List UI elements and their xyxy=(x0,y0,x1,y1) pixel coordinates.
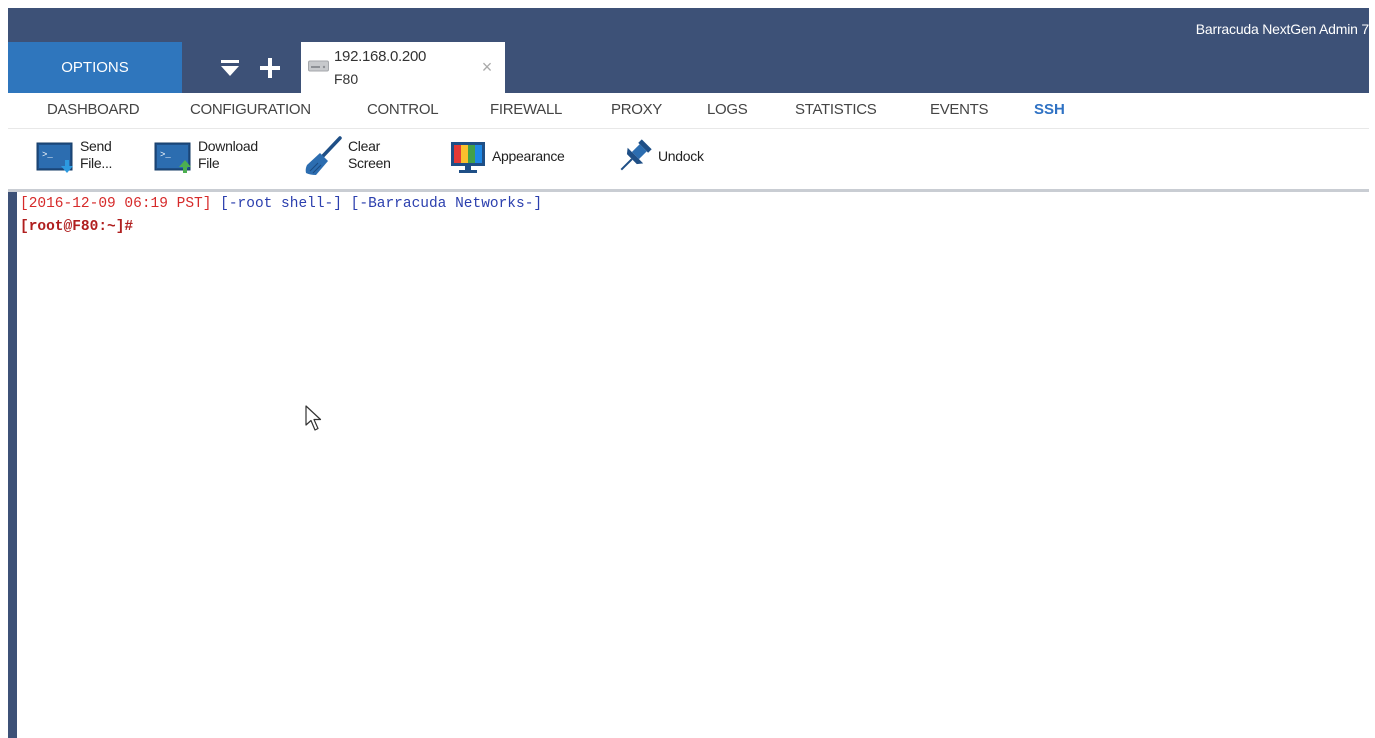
tab-list-icon xyxy=(221,60,239,76)
nav-events[interactable]: EVENTS xyxy=(930,101,989,118)
appearance-label: Appearance xyxy=(492,148,565,164)
nav-firewall[interactable]: FIREWALL xyxy=(490,101,562,118)
main-nav: DASHBOARD CONFIGURATION CONTROL FIREWALL… xyxy=(8,93,1369,129)
add-tab-button[interactable] xyxy=(255,54,285,82)
server-icon xyxy=(308,60,329,72)
terminal-prompt: [root@F80:~]# xyxy=(20,219,134,235)
terminal-line-prompt: [root@F80:~]# xyxy=(20,219,133,235)
session-name: F80 xyxy=(334,71,359,87)
nav-statistics[interactable]: STATISTICS xyxy=(795,101,877,118)
nav-configuration[interactable]: CONFIGURATION xyxy=(190,101,311,118)
session-ip: 192.168.0.200 xyxy=(334,48,427,65)
right-gutter xyxy=(1369,8,1375,738)
svg-text:>_: >_ xyxy=(160,150,171,160)
terminal-download-icon: >_ xyxy=(154,142,191,173)
nav-proxy[interactable]: PROXY xyxy=(611,101,662,118)
appearance-button[interactable]: Appearance xyxy=(450,129,580,185)
terminal-upload-icon: >_ xyxy=(36,142,73,173)
terminal-shell-tag: [-root shell-] xyxy=(220,196,342,212)
send-file-button[interactable]: >_ Send File... xyxy=(36,129,121,185)
clear-screen-label-line2: Screen xyxy=(348,155,391,171)
options-button[interactable]: OPTIONS xyxy=(8,42,182,93)
download-file-label-line1: Download xyxy=(198,138,258,154)
send-file-label-line1: Send xyxy=(80,138,112,154)
svg-text:>_: >_ xyxy=(42,150,53,160)
terminal-line-banner: [2016-12-09 06:19 PST] [-root shell-] [-… xyxy=(20,196,542,212)
pin-icon xyxy=(620,139,652,171)
plus-icon xyxy=(260,58,280,78)
clear-screen-label-line1: Clear xyxy=(348,138,380,154)
nav-dashboard[interactable]: DASHBOARD xyxy=(47,101,140,118)
left-gutter xyxy=(0,8,8,738)
session-tab[interactable]: 192.168.0.200 F80 × xyxy=(301,42,505,93)
top-border xyxy=(0,0,1375,8)
title-bar: Barracuda NextGen Admin 7 xyxy=(8,8,1369,93)
tab-list-button[interactable] xyxy=(216,55,244,81)
terminal-vendor-tag: [-Barracuda Networks-] xyxy=(350,196,543,212)
monitor-colors-icon xyxy=(451,142,485,173)
nav-control[interactable]: CONTROL xyxy=(367,101,439,118)
broom-icon xyxy=(305,136,342,175)
undock-button[interactable]: Undock xyxy=(614,129,724,185)
mouse-pointer-icon xyxy=(305,405,322,431)
download-file-button[interactable]: >_ Download File xyxy=(154,129,274,185)
clear-screen-button[interactable]: Clear Screen xyxy=(304,129,404,185)
nav-ssh[interactable]: SSH xyxy=(1034,101,1065,118)
nav-logs[interactable]: LOGS xyxy=(707,101,748,118)
ssh-toolbar: >_ Send File... >_ Download File Clear S… xyxy=(8,129,1369,189)
undock-label: Undock xyxy=(658,148,704,164)
app-title: Barracuda NextGen Admin 7 xyxy=(1195,21,1369,37)
close-tab-button[interactable]: × xyxy=(476,56,498,78)
ssh-terminal[interactable]: [2016-12-09 06:19 PST] [-root shell-] [-… xyxy=(8,192,1369,738)
download-file-label-line2: File xyxy=(198,155,220,171)
terminal-timestamp: [2016-12-09 06:19 PST] xyxy=(20,196,212,212)
send-file-label-line2: File... xyxy=(80,155,113,171)
